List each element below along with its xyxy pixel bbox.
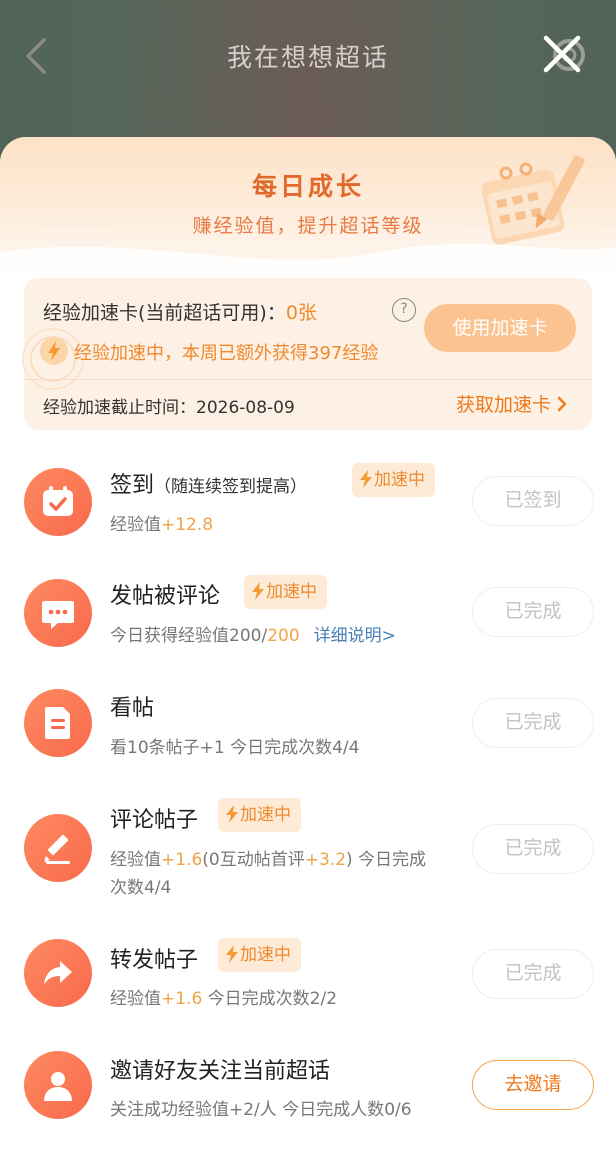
bonus-exp-value: +3.2 [304, 850, 347, 870]
task-title-text: 签到 [110, 473, 155, 498]
speedup-badge: 加速中 [218, 938, 301, 972]
speedup-badge: 加速中 [218, 798, 301, 832]
lightning-icon [226, 805, 238, 823]
use-speedup-card-button[interactable]: 使用加速卡 [424, 304, 576, 352]
lightning-icon [252, 582, 264, 600]
lightning-icon [226, 945, 238, 963]
lightning-icon [360, 470, 372, 488]
speedup-badge-label: 加速中 [240, 945, 291, 965]
get-speedup-card-link[interactable]: 获取加速卡 [456, 390, 567, 417]
exp-value: +1.6 [161, 850, 203, 870]
task-title: 签到（随连续签到提高） [110, 467, 307, 499]
close-icon[interactable] [540, 32, 584, 76]
completed-button[interactable]: 已完成 [472, 824, 594, 874]
divider [24, 379, 592, 380]
calendar-check-icon [24, 468, 92, 536]
speedup-badge-label: 加速中 [240, 805, 291, 825]
task-subtitle-line2: 次数4/4 [110, 878, 172, 898]
task-subtitle-text: ) 今日完成 [346, 850, 427, 870]
speedup-badge-label: 加速中 [374, 470, 425, 490]
invite-button[interactable]: 去邀请 [472, 1060, 594, 1110]
speedup-status-text: 经验加速中，本周已额外获得397经验 [74, 343, 379, 364]
details-link[interactable]: 详细说明> [314, 626, 396, 646]
exp-value: +12.8 [161, 515, 214, 535]
lightning-icon [40, 337, 68, 365]
task-subtitle-text: 今日获得经验值200/ [110, 626, 268, 646]
task-subtitle-text: 经验值 [110, 850, 161, 870]
chevron-right-icon [557, 396, 567, 412]
document-icon [24, 689, 92, 757]
help-icon[interactable]: ? [392, 298, 416, 322]
speedup-badge: 加速中 [244, 575, 327, 609]
top-nav-bar: 我在想想超话 [0, 0, 616, 110]
completed-button[interactable]: 已完成 [472, 698, 594, 748]
task-title: 发帖被评论 [110, 584, 221, 609]
speedup-badge-label: 加速中 [266, 582, 317, 602]
speedup-card-count-text: 经验加速卡(当前超话可用)：0张 [43, 298, 317, 325]
task-title-note: （随连续签到提高） [154, 477, 308, 497]
speedup-card-count: 0张 [285, 302, 317, 324]
speedup-badge: 加速中 [352, 463, 435, 497]
task-subtitle: 关注成功经验值+2/人 今日完成人数0/6 [110, 1100, 412, 1120]
daily-growth-panel: 每日成长 赚经验值，提升超话等级 经验加速卡(当前超话可用)：0张 ? 使用加速… [0, 137, 616, 1164]
speedup-card-panel: 经验加速卡(当前超话可用)：0张 ? 使用加速卡 经验加速中，本周已额外获得39… [22, 278, 592, 430]
task-subtitle-text: 今日完成次数2/2 [202, 989, 338, 1009]
task-title: 转发帖子 [110, 948, 199, 973]
panel-header: 每日成长 赚经验值，提升超话等级 [0, 137, 616, 277]
task-subtitle: 今日获得经验值200/200 详细说明> [110, 621, 396, 646]
task-title: 邀请好友关注当前超话 [110, 1059, 331, 1084]
exp-value: 200 [267, 626, 300, 646]
pencil-icon [24, 814, 92, 882]
share-arrow-icon [24, 939, 92, 1007]
checked-in-button[interactable]: 已签到 [472, 476, 594, 526]
task-subtitle: 经验值+1.6(0互动帖首评+3.2) 今日完成 [110, 845, 426, 870]
completed-button[interactable]: 已完成 [472, 587, 594, 637]
page-title: 我在想想超话 [226, 43, 389, 72]
completed-button[interactable]: 已完成 [472, 949, 594, 999]
task-subtitle-text: 经验值 [110, 989, 161, 1009]
get-speedup-card-label: 获取加速卡 [456, 394, 552, 416]
task-subtitle: 经验值+1.6 今日完成次数2/2 [110, 984, 337, 1009]
task-title: 评论帖子 [110, 808, 199, 833]
task-title: 看帖 [110, 696, 155, 721]
task-subtitle-text: (0互动帖首评 [202, 850, 305, 870]
task-subtitle: 看10条帖子+1 今日完成次数4/4 [110, 738, 360, 758]
task-subtitle: 经验值+12.8 [110, 510, 213, 535]
calendar-pencil-icon [481, 155, 585, 245]
speedup-deadline-text: 经验加速截止时间：2026-08-09 [43, 398, 295, 418]
chat-bubble-icon [24, 579, 92, 647]
user-icon [24, 1051, 92, 1119]
speedup-card-label: 经验加速卡(当前超话可用)： [43, 302, 286, 324]
exp-value: +1.6 [161, 989, 203, 1009]
task-subtitle-text: 经验值 [110, 515, 161, 535]
